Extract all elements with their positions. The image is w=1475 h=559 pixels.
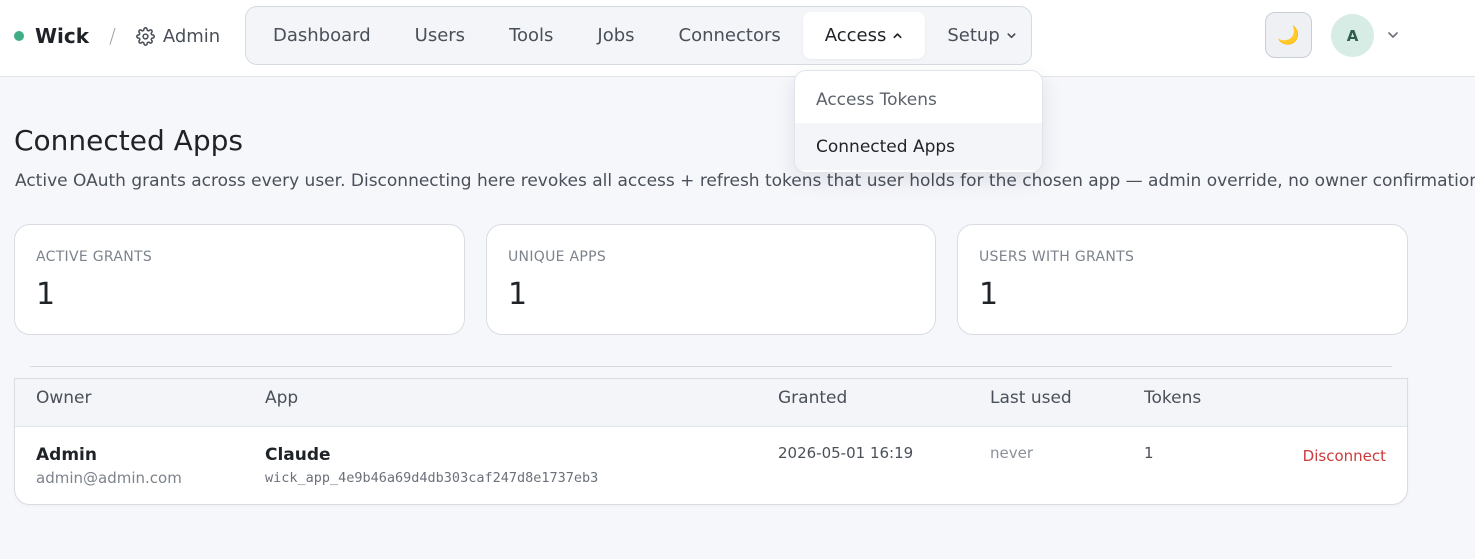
menu-item-access-tokens[interactable]: Access Tokens — [795, 76, 1042, 123]
avatar-initial: A — [1346, 26, 1359, 45]
chevron-down-icon[interactable] — [1386, 28, 1400, 42]
page-title: Connected Apps — [14, 124, 243, 157]
breadcrumb-admin[interactable]: Admin — [163, 26, 220, 47]
owner-cell: Admin admin@admin.com — [36, 445, 182, 487]
app-cell: Claude wick_app_4e9b46a69d4db303caf247d8… — [265, 445, 598, 486]
nav-dashboard[interactable]: Dashboard — [251, 12, 393, 59]
breadcrumb-separator: / — [109, 24, 116, 48]
theme-toggle-button[interactable]: 🌙 — [1265, 12, 1312, 58]
nav-jobs[interactable]: Jobs — [575, 12, 656, 59]
nav-label: Users — [414, 25, 466, 46]
nav-tools[interactable]: Tools — [487, 12, 575, 59]
user-avatar[interactable]: A — [1331, 14, 1374, 57]
column-header-app: App — [265, 388, 299, 408]
section-divider — [30, 366, 1392, 367]
brand: Wick / Admin — [14, 22, 220, 50]
moon-icon: 🌙 — [1277, 24, 1300, 46]
column-header-tokens: Tokens — [1144, 388, 1202, 408]
nav-label: Jobs — [597, 25, 635, 46]
menu-item-label: Connected Apps — [816, 136, 956, 157]
granted-cell: 2026-05-01 16:19 — [778, 444, 914, 462]
top-bar: Wick / Admin Dashboard Users Tools Jobs … — [0, 0, 1475, 77]
stat-label: ACTIVE GRANTS — [36, 249, 153, 265]
stat-value: 1 — [508, 277, 528, 312]
nav-label: Connectors — [678, 25, 781, 46]
chevron-down-icon — [1007, 33, 1016, 39]
gear-icon — [135, 26, 155, 46]
app-name: Claude — [265, 445, 331, 465]
stat-card-users-with-grants: USERS WITH GRANTS 1 — [957, 224, 1408, 335]
stat-card-active-grants: ACTIVE GRANTS 1 — [14, 224, 465, 335]
app-client-id: wick_app_4e9b46a69d4db303caf247d8e1737eb… — [265, 470, 599, 486]
nav-label: Dashboard — [273, 25, 371, 46]
stat-value: 1 — [36, 277, 56, 312]
main-nav: Dashboard Users Tools Jobs Connectors Ac… — [245, 6, 1032, 65]
nav-connectors[interactable]: Connectors — [657, 12, 803, 59]
stat-label: USERS WITH GRANTS — [979, 249, 1135, 265]
column-header-last-used: Last used — [990, 388, 1072, 408]
grants-table: Owner App Granted Last used Tokens Admin… — [14, 378, 1408, 505]
stat-value: 1 — [979, 277, 999, 312]
owner-name: Admin — [36, 445, 97, 465]
stat-label: UNIQUE APPS — [508, 249, 607, 265]
disconnect-button[interactable]: Disconnect — [1303, 447, 1386, 465]
access-dropdown-menu: Access Tokens Connected Apps — [794, 70, 1043, 173]
last-used-cell: never — [990, 444, 1034, 462]
brand-name[interactable]: Wick — [35, 24, 89, 48]
tokens-cell: 1 — [1144, 444, 1154, 462]
status-dot-icon — [14, 31, 24, 41]
nav-access[interactable]: Access — [802, 12, 926, 59]
nav-users[interactable]: Users — [393, 12, 487, 59]
chevron-up-icon — [893, 33, 902, 39]
nav-label: Access — [824, 25, 887, 46]
column-header-granted: Granted — [778, 388, 848, 408]
menu-item-label: Access Tokens — [816, 89, 937, 110]
owner-email: admin@admin.com — [36, 469, 182, 487]
nav-label: Setup — [947, 25, 1000, 46]
nav-setup[interactable]: Setup — [925, 12, 1038, 59]
menu-item-connected-apps[interactable]: Connected Apps — [795, 123, 1042, 170]
column-header-owner: Owner — [36, 388, 92, 408]
nav-label: Tools — [509, 25, 554, 46]
stat-card-unique-apps: UNIQUE APPS 1 — [486, 224, 936, 335]
table-header: Owner App Granted Last used Tokens — [15, 379, 1407, 427]
page-description: Active OAuth grants across every user. D… — [15, 171, 1475, 191]
